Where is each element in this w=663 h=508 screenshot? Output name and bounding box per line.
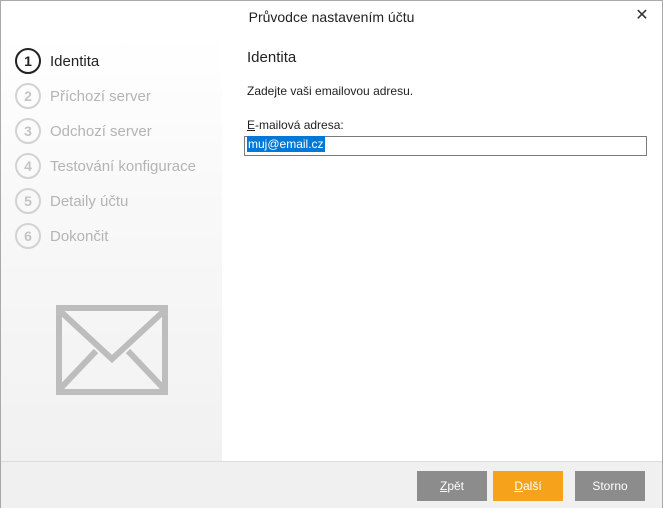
envelope-icon	[56, 305, 168, 395]
next-button-mnemonic: D	[514, 479, 523, 493]
step-prichozi-server: 2 Příchozí server	[15, 83, 151, 109]
step-number: 6	[15, 223, 41, 249]
next-button[interactable]: Další	[493, 471, 563, 501]
account-setup-wizard-window: Průvodce nastavením účtu ✕ 1 Identita 2 …	[0, 0, 663, 508]
step-label: Příchozí server	[50, 87, 151, 105]
step-dokoncit: 6 Dokončit	[15, 223, 108, 249]
email-field[interactable]: muj@email.cz	[244, 136, 647, 156]
back-button-label: pět	[447, 479, 465, 493]
step-label: Testování konfigurace	[50, 157, 196, 175]
step-number: 5	[15, 188, 41, 214]
instruction-text: Zadejte vaši emailovou adresu.	[247, 84, 414, 98]
title-bar: Průvodce nastavením účtu ✕	[1, 1, 662, 33]
step-label: Odchozí server	[50, 122, 152, 140]
close-icon[interactable]: ✕	[632, 6, 652, 26]
page-title: Identita	[247, 49, 297, 66]
wizard-steps-sidebar: 1 Identita 2 Příchozí server 3 Odchozí s…	[1, 33, 222, 461]
step-label: Identita	[50, 52, 100, 70]
step-testovani-konfigurace: 4 Testování konfigurace	[15, 153, 196, 179]
step-number: 2	[15, 83, 41, 109]
email-label: E-mailová adresa:	[247, 118, 344, 132]
step-label: Dokončit	[50, 227, 109, 245]
email-field-value: muj@email.cz	[247, 136, 325, 152]
back-button[interactable]: Zpět	[417, 471, 487, 501]
window-title: Průvodce nastavením účtu	[248, 9, 415, 25]
step-label: Detaily účtu	[50, 192, 129, 210]
next-button-label: alší	[522, 479, 542, 493]
button-bar: Zpět Další Storno	[1, 461, 662, 508]
wizard-content: Identita Zadejte vaši emailovou adresu. …	[223, 33, 662, 461]
cancel-button[interactable]: Storno	[575, 471, 645, 501]
step-identita: 1 Identita	[15, 48, 99, 74]
step-number: 4	[15, 153, 41, 179]
email-label-text: -mailová adresa:	[255, 118, 344, 132]
step-number: 3	[15, 118, 41, 144]
step-odchozi-server: 3 Odchozí server	[15, 118, 152, 144]
step-detaily-uctu: 5 Detaily účtu	[15, 188, 128, 214]
email-label-mnemonic: E	[247, 118, 256, 132]
step-number: 1	[15, 48, 41, 74]
